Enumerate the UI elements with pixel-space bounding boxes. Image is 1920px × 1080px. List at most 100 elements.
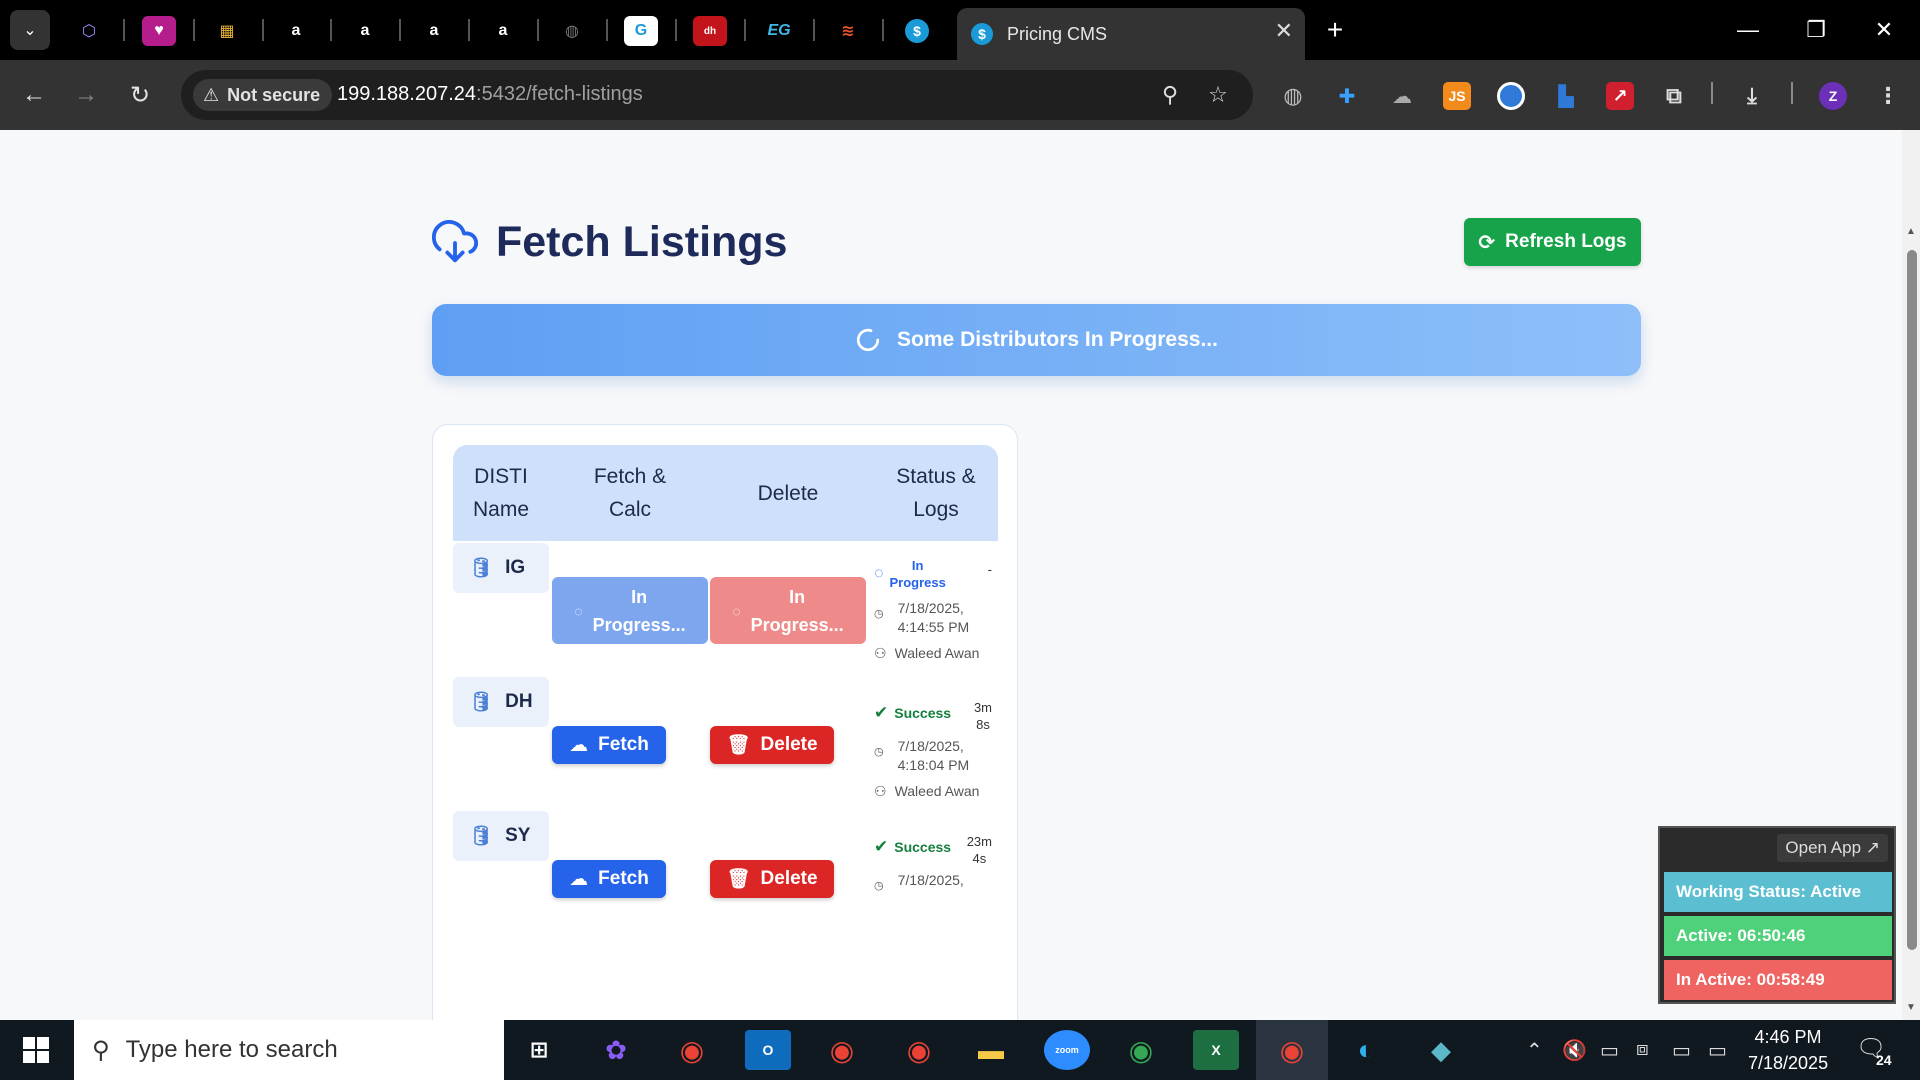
bookmark-star-icon[interactable]: ☆ bbox=[1205, 82, 1231, 108]
open-app-button[interactable]: Open App ↗ bbox=[1777, 834, 1888, 862]
fetch-button[interactable]: ☁ Fetch bbox=[552, 860, 666, 898]
scroll-down-arrow-icon[interactable]: ▼ bbox=[1906, 1002, 1916, 1013]
scrollbar-thumb[interactable] bbox=[1907, 250, 1917, 950]
user-icon: ⚇ bbox=[874, 645, 887, 661]
pinned-tab-amazon-2[interactable]: a bbox=[348, 16, 382, 46]
amazon-icon: a bbox=[291, 22, 301, 39]
pinned-tab-amazon-1[interactable]: a bbox=[279, 16, 313, 46]
header-line: Calc bbox=[608, 498, 651, 521]
pinned-tab-layers[interactable]: ≋ bbox=[831, 16, 865, 46]
header-line: DISTI bbox=[474, 465, 528, 488]
fetch-in-progress-button[interactable]: ◌ In Progress... bbox=[552, 577, 708, 644]
delete-button[interactable]: 🗑 Delete bbox=[710, 860, 834, 898]
working-status-badge: Working Status: Active bbox=[1664, 872, 1892, 912]
fetch-label-line: In bbox=[631, 586, 648, 607]
search-placeholder: Type here to search bbox=[125, 1036, 338, 1063]
file-explorer-icon[interactable]: ▬ bbox=[968, 1030, 1014, 1070]
duration-line: 3m bbox=[973, 700, 992, 715]
puzzle-extension-icon[interactable]: ✚ bbox=[1333, 82, 1361, 110]
pinned-tab-cube[interactable]: ⬡ bbox=[72, 16, 106, 46]
delete-label-line: Progress... bbox=[750, 614, 844, 635]
tab-search-button[interactable]: ⌄ bbox=[10, 10, 50, 50]
task-view-icon[interactable]: ⊞ bbox=[516, 1030, 562, 1070]
trash-icon: 🗑 bbox=[726, 869, 751, 890]
menu-kebab-icon[interactable]: ⋮ bbox=[1874, 82, 1902, 110]
close-window-button[interactable]: ✕ bbox=[1850, 0, 1918, 60]
pinned-tab-dh[interactable]: dh bbox=[693, 16, 727, 46]
restore-button[interactable]: ❐ bbox=[1782, 0, 1850, 60]
back-button[interactable]: ← bbox=[12, 73, 56, 117]
battery-icon[interactable]: ▭ bbox=[1672, 1038, 1691, 1063]
network-icon[interactable]: ⧈ bbox=[1636, 1038, 1649, 1061]
address-bar[interactable]: ⚠ Not secure 199.188.207.24:5432/fetch-l… bbox=[181, 70, 1253, 120]
refresh-logs-button[interactable]: ⟳ Refresh Logs bbox=[1464, 218, 1641, 266]
clock-date: 7/18/2025 bbox=[1748, 1053, 1829, 1073]
outlook-icon[interactable]: O bbox=[745, 1030, 791, 1070]
delete-in-progress-button[interactable]: ◌ In Progress... bbox=[710, 577, 866, 644]
url-path: :5432/fetch-listings bbox=[476, 83, 643, 105]
taskbar-clock[interactable]: 4:46 PM 7/18/2025 bbox=[1748, 1024, 1828, 1076]
amazon-icon: a bbox=[360, 22, 370, 39]
chrome-active-icon[interactable]: ◉ bbox=[1256, 1020, 1328, 1080]
pinned-tab-app[interactable]: ♥ bbox=[142, 16, 176, 46]
page-scrollbar[interactable]: ▲ ▼ bbox=[1902, 130, 1920, 1020]
header-line: Name bbox=[472, 498, 530, 521]
chrome-icon[interactable]: ◉ bbox=[1118, 1030, 1164, 1070]
minimize-button[interactable]: — bbox=[1714, 0, 1782, 60]
meet-icon[interactable]: ▭ bbox=[1600, 1038, 1619, 1063]
page-header: Fetch Listings bbox=[432, 218, 787, 267]
url-text[interactable]: 199.188.207.24:5432/fetch-listings bbox=[337, 83, 643, 106]
chrome-profile-icon[interactable]: ◉ bbox=[669, 1030, 715, 1070]
reload-button[interactable]: ↻ bbox=[118, 73, 162, 117]
fetch-label: Fetch bbox=[598, 868, 649, 889]
js-extension-icon[interactable]: JS bbox=[1443, 82, 1471, 110]
chart-extension-icon[interactable]: ▙ bbox=[1552, 82, 1580, 110]
scroll-up-arrow-icon[interactable]: ▲ bbox=[1906, 226, 1916, 237]
tab-pricing-cms[interactable]: $ Pricing CMS ✕ bbox=[957, 8, 1305, 60]
volume-muted-icon[interactable]: 🔇 bbox=[1562, 1038, 1587, 1063]
timestamp: ◷ 7/18/2025, bbox=[874, 871, 998, 896]
site-info-chip[interactable]: ⚠ Not secure bbox=[193, 79, 333, 111]
reload-icon: ↻ bbox=[129, 81, 151, 109]
g-icon: G bbox=[634, 22, 648, 39]
header-line: Fetch & bbox=[593, 465, 667, 488]
pinned-tab-g[interactable]: G bbox=[624, 16, 658, 46]
chrome-profile-icon[interactable]: ◉ bbox=[896, 1030, 942, 1070]
pinned-tab-box[interactable]: ▦ bbox=[210, 16, 244, 46]
fetch-button[interactable]: ☁ Fetch bbox=[552, 726, 666, 764]
download-icon[interactable]: ⤓ bbox=[1738, 82, 1766, 110]
dollar-icon: $ bbox=[905, 19, 929, 43]
excel-icon[interactable]: X bbox=[1193, 1030, 1239, 1070]
display-icon[interactable]: ▭ bbox=[1708, 1038, 1727, 1063]
pinned-tab-globe[interactable]: ◍ bbox=[555, 16, 589, 46]
cloud-extension-icon[interactable]: ☁ bbox=[1388, 82, 1416, 110]
globe-extension-icon[interactable]: ◍ bbox=[1279, 82, 1307, 110]
pinned-tab-amazon-3[interactable]: a bbox=[417, 16, 451, 46]
start-button[interactable] bbox=[0, 1020, 72, 1080]
edge-icon[interactable]: ◐ bbox=[1343, 1030, 1389, 1070]
zoom-icon[interactable]: zoom bbox=[1044, 1030, 1090, 1070]
profile-avatar[interactable]: Z bbox=[1819, 82, 1847, 110]
pinned-tab-amazon-4[interactable]: a bbox=[486, 16, 520, 46]
copilot-icon[interactable]: ✿ bbox=[593, 1030, 639, 1070]
forward-button[interactable]: → bbox=[64, 73, 108, 117]
database-icon: 🛢 bbox=[469, 826, 494, 847]
taskbar-search-box[interactable]: ⚲ Type here to search bbox=[74, 1020, 504, 1080]
pinned-tab-eg[interactable]: EG bbox=[762, 16, 796, 46]
new-tab-button[interactable]: + bbox=[1315, 10, 1355, 50]
arrow-extension-icon[interactable]: ↗ bbox=[1606, 82, 1634, 110]
zoom-icon[interactable]: ⚲ bbox=[1157, 82, 1183, 108]
app-diamond-icon[interactable]: ◆ bbox=[1418, 1030, 1464, 1070]
tab-separator bbox=[123, 19, 125, 41]
duration-line: 23m bbox=[966, 834, 992, 849]
extensions-icon[interactable]: ⧉ bbox=[1660, 82, 1688, 110]
fetch-label-line: Progress... bbox=[592, 614, 686, 635]
show-hidden-icons-icon[interactable]: ⌃ bbox=[1526, 1038, 1543, 1063]
circle-extension-icon[interactable] bbox=[1497, 82, 1525, 110]
tab-separator bbox=[675, 19, 677, 41]
disti-name-cell: 🛢 DH bbox=[453, 677, 549, 727]
chrome-profile-icon[interactable]: ◉ bbox=[819, 1030, 865, 1070]
delete-button[interactable]: 🗑 Delete bbox=[710, 726, 834, 764]
close-tab-icon[interactable]: ✕ bbox=[1275, 18, 1293, 44]
pinned-tab-pricing[interactable]: $ bbox=[900, 16, 934, 46]
